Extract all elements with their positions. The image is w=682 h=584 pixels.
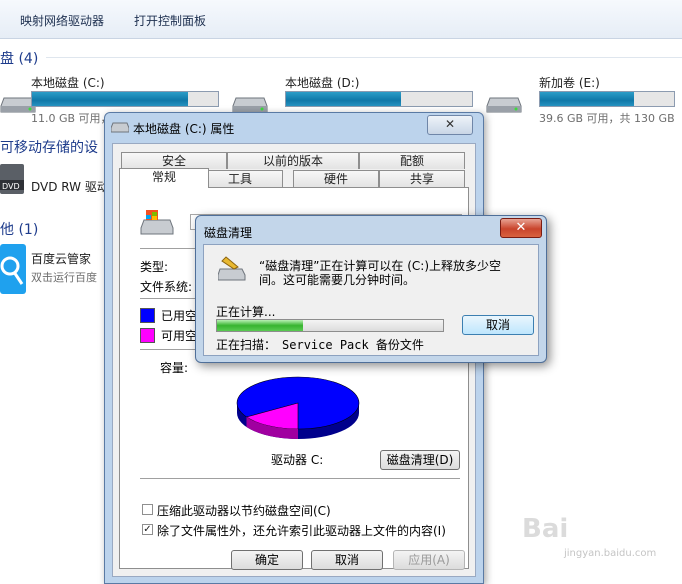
properties-close-button[interactable]: ✕ bbox=[427, 115, 473, 135]
cleanup-progress-bar bbox=[216, 319, 444, 332]
tab-tools[interactable]: 工具 bbox=[197, 170, 283, 187]
drive-c-label[interactable]: 本地磁盘 (C:) bbox=[31, 74, 105, 91]
free-space-swatch bbox=[140, 328, 155, 343]
cleanup-message-line2: 间。这可能需要几分钟时间。 bbox=[259, 273, 416, 287]
dvd-icon-text: DVD bbox=[2, 182, 20, 191]
baidu-cloud-label[interactable]: 百度云管家 bbox=[31, 250, 91, 267]
disk-cleanup-button[interactable]: 磁盘清理(D) bbox=[380, 450, 460, 470]
properties-title: 本地磁盘 (C:) 属性 bbox=[133, 122, 235, 136]
drive-e-info: 39.6 GB 可用，共 130 GB bbox=[539, 112, 675, 125]
section-hard-disks: 盘 (4) bbox=[0, 51, 39, 67]
drive-c-label: 驱动器 C: bbox=[271, 453, 324, 467]
cleanup-close-button[interactable]: ✕ bbox=[500, 218, 542, 238]
tab-previous-versions[interactable]: 以前的版本 bbox=[227, 152, 359, 169]
hdd-icon bbox=[486, 92, 522, 117]
cancel-button[interactable]: 取消 bbox=[311, 550, 383, 570]
index-label: 除了文件属性外，还允许索引此驱动器上文件的内容(I) bbox=[157, 524, 446, 538]
section-divider bbox=[46, 57, 682, 58]
calculating-label: 正在计算... bbox=[216, 305, 276, 319]
disk-cleanup-icon bbox=[217, 255, 246, 284]
drive-large-icon bbox=[140, 210, 174, 239]
scanning-item: Service Pack 备份文件 bbox=[282, 338, 424, 352]
drive-d-label[interactable]: 本地磁盘 (D:) bbox=[285, 74, 359, 91]
baidu-cloud-icon bbox=[0, 244, 26, 294]
tab-security[interactable]: 安全 bbox=[121, 152, 227, 169]
apply-button[interactable]: 应用(A) bbox=[393, 550, 465, 570]
cleanup-body: “磁盘清理”正在计算可以在 (C:)上释放多少空 间。这可能需要几分钟时间。 正… bbox=[203, 244, 539, 356]
dvd-drive-icon: DVD bbox=[0, 162, 24, 196]
divider bbox=[140, 478, 460, 479]
scanning-label: 正在扫描： Service Pack 备份文件 bbox=[216, 338, 424, 352]
drive-e-label[interactable]: 新加卷 (E:) bbox=[539, 74, 600, 91]
drive-c-info: 11.0 GB 可用， bbox=[31, 112, 112, 125]
compress-checkbox[interactable] bbox=[142, 504, 153, 515]
filesystem-label: 文件系统: bbox=[140, 280, 193, 294]
baidu-cloud-desc: 双击运行百度 bbox=[31, 271, 97, 284]
cleanup-cancel-button[interactable]: 取消 bbox=[462, 315, 534, 335]
drive-c-usage-bar bbox=[31, 91, 219, 107]
cleanup-message-line1: “磁盘清理”正在计算可以在 (C:)上释放多少空 bbox=[259, 259, 502, 273]
tab-hardware[interactable]: 硬件 bbox=[293, 170, 379, 187]
baidu-watermark: Bai bbox=[522, 514, 569, 544]
ok-button[interactable]: 确定 bbox=[231, 550, 303, 570]
cleanup-title: 磁盘清理 bbox=[204, 226, 253, 240]
compress-label: 压缩此驱动器以节约磁盘空间(C) bbox=[157, 504, 331, 518]
open-control-panel-button[interactable]: 打开控制面板 bbox=[134, 12, 206, 29]
close-icon: ✕ bbox=[515, 220, 527, 235]
dvd-drive-label[interactable]: DVD RW 驱动 bbox=[31, 178, 109, 195]
tab-general[interactable]: 常规 bbox=[119, 168, 209, 188]
section-removable: 可移动存储的设 bbox=[0, 140, 98, 156]
drive-e-usage-bar bbox=[539, 91, 675, 107]
type-label: 类型: bbox=[140, 260, 169, 274]
close-icon: ✕ bbox=[444, 117, 456, 131]
drive-d-usage-bar bbox=[285, 91, 473, 107]
scanning-prefix: 正在扫描： bbox=[216, 338, 277, 352]
used-space-swatch bbox=[140, 308, 155, 323]
baidu-watermark-url: jingyan.baidu.com bbox=[564, 548, 657, 559]
drive-title-icon bbox=[110, 119, 130, 136]
capacity-label: 容量: bbox=[160, 361, 189, 375]
disk-cleanup-dialog: 磁盘清理 ✕ “磁盘清理”正在计算可以在 (C:)上释放多少空 间。这可能需要几… bbox=[195, 215, 547, 363]
map-network-drive-button[interactable]: 映射网络驱动器 bbox=[20, 12, 104, 29]
section-other: 他 (1) bbox=[0, 222, 39, 238]
disk-pie-chart bbox=[236, 376, 360, 439]
index-checkbox[interactable]: ✓ bbox=[142, 524, 153, 535]
tab-sharing[interactable]: 共享 bbox=[379, 170, 465, 187]
tab-quota[interactable]: 配额 bbox=[359, 152, 465, 169]
